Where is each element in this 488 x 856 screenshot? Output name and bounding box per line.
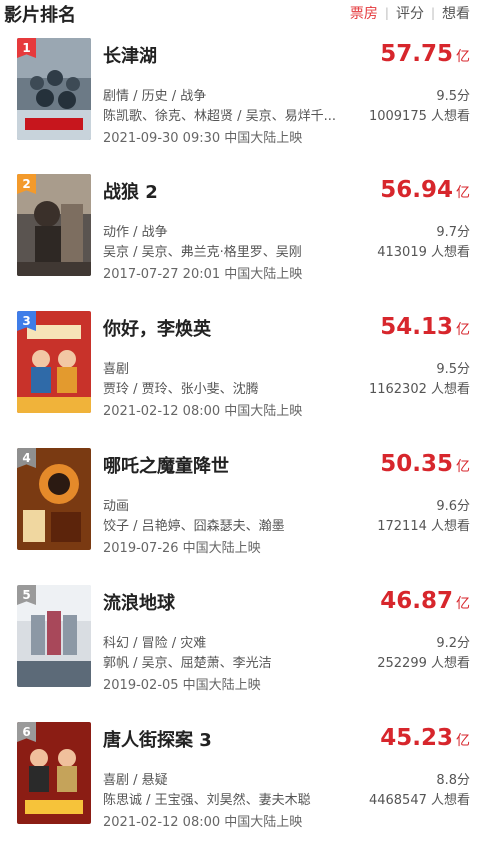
box-office: 54.13 亿 (380, 314, 470, 340)
box-office-value: 50.35 (380, 451, 453, 477)
movie-cast: 饺子 / 吕艳婷、囧森瑟夫、瀚墨 (103, 519, 285, 534)
release-date: 2021-02-12 08:00 中国大陆上映 (103, 815, 303, 830)
movie-rating: 9.2分 (436, 636, 470, 651)
page-title: 影片排名 (4, 5, 76, 26)
want-to-see-count: 172114 人想看 (377, 519, 470, 534)
box-office-unit: 亿 (456, 49, 470, 65)
movie-rating: 8.8分 (436, 773, 470, 788)
tab-box-office[interactable]: 票房 (350, 3, 378, 23)
movie-rating: 9.5分 (436, 89, 470, 104)
movie-poster[interactable]: 5 (17, 585, 91, 687)
box-office: 56.94 亿 (380, 177, 470, 203)
tab-divider: | (384, 6, 389, 20)
want-to-see-count: 1009175 人想看 (368, 109, 470, 124)
movie-item[interactable]: 1 长津湖 57.75 亿 剧情 / 历史 / 战争 9.5分 陈凯歌、徐克、林超… (0, 38, 488, 148)
box-office-unit: 亿 (456, 596, 470, 612)
box-office: 45.23 亿 (380, 725, 470, 751)
movie-title[interactable]: 长津湖 (103, 42, 157, 68)
movie-rating: 9.7分 (436, 225, 470, 240)
release-date: 2021-09-30 09:30 中国大陆上映 (103, 131, 303, 146)
movie-title[interactable]: 战狼 2 (103, 178, 158, 204)
movie-cast: 郭帆 / 吴京、屈楚萧、李光洁 (103, 656, 272, 671)
movie-title[interactable]: 唐人街探案 3 (103, 726, 212, 752)
movie-genre: 动画 (103, 499, 130, 514)
box-office-unit: 亿 (456, 733, 470, 749)
movie-poster[interactable]: 6 (17, 722, 91, 824)
box-office-value: 57.75 (380, 41, 453, 67)
movie-title[interactable]: 哪吒之魔童降世 (103, 452, 229, 478)
movie-genre: 动作 / 战争 (103, 225, 168, 240)
box-office-unit: 亿 (456, 459, 470, 475)
box-office-value: 45.23 (380, 725, 453, 751)
movie-poster[interactable]: 1 (17, 38, 91, 140)
box-office-value: 46.87 (380, 588, 453, 614)
box-office: 46.87 亿 (380, 588, 470, 614)
box-office-value: 54.13 (380, 314, 453, 340)
want-to-see-count: 4468547 人想看 (368, 793, 470, 808)
movie-title[interactable]: 你好，李焕英 (103, 315, 211, 341)
box-office: 57.75 亿 (380, 41, 470, 67)
want-to-see-count: 413019 人想看 (377, 245, 470, 260)
movie-poster[interactable]: 4 (17, 448, 91, 550)
movie-title[interactable]: 流浪地球 (103, 589, 175, 615)
movie-genre: 剧情 / 历史 / 战争 (103, 89, 207, 104)
movie-item[interactable]: 5 流浪地球 46.87 亿 科幻 / 冒险 / 灾难 9.2分 郭帆 / 吴京、… (0, 585, 488, 695)
movie-genre: 科幻 / 冒险 / 灾难 (103, 636, 207, 651)
movie-poster[interactable]: 2 (17, 174, 91, 276)
movie-item[interactable]: 4 哪吒之魔童降世 50.35 亿 动画 9.6分 饺子 / 吕艳婷、囧森瑟夫、瀚… (0, 448, 488, 558)
release-date: 2019-02-05 中国大陆上映 (103, 678, 261, 693)
movie-rating: 9.5分 (436, 362, 470, 377)
want-to-see-count: 1162302 人想看 (368, 382, 470, 397)
movie-cast: 吴京 / 吴京、弗兰克·格里罗、吴刚 (103, 245, 302, 260)
movie-genre: 喜剧 / 悬疑 (103, 773, 168, 788)
release-date: 2021-02-12 08:00 中国大陆上映 (103, 404, 303, 419)
movie-cast: 陈凯歌、徐克、林超贤 / 吴京、易烊千... (103, 109, 337, 124)
box-office-unit: 亿 (456, 185, 470, 201)
want-to-see-count: 252299 人想看 (377, 656, 470, 671)
movie-cast: 陈思诚 / 王宝强、刘昊然、妻夫木聪 (103, 793, 311, 808)
release-date: 2019-07-26 中国大陆上映 (103, 541, 261, 556)
tab-divider: | (430, 6, 435, 20)
movie-item[interactable]: 3 你好，李焕英 54.13 亿 喜剧 9.5分 贾玲 / 贾玲、张小斐、沈腾 1… (0, 311, 488, 421)
movie-cast: 贾玲 / 贾玲、张小斐、沈腾 (103, 382, 259, 397)
box-office-unit: 亿 (456, 322, 470, 338)
movie-genre: 喜剧 (103, 362, 130, 377)
box-office-value: 56.94 (380, 177, 453, 203)
movie-poster[interactable]: 3 (17, 311, 91, 413)
movie-item[interactable]: 6 唐人街探案 3 45.23 亿 喜剧 / 悬疑 8.8分 陈思诚 / 王宝强、… (0, 722, 488, 832)
ranking-header: 影片排名 票房 | 评分 | 想看 (0, 0, 488, 28)
sort-tabs: 票房 | 评分 | 想看 (350, 3, 470, 23)
release-date: 2017-07-27 20:01 中国大陆上映 (103, 267, 303, 282)
tab-rating[interactable]: 评分 (396, 3, 424, 23)
box-office: 50.35 亿 (380, 451, 470, 477)
tab-want-to-see[interactable]: 想看 (442, 3, 470, 23)
movie-item[interactable]: 2 战狼 2 56.94 亿 动作 / 战争 9.7分 吴京 / 吴京、弗兰克·格… (0, 174, 488, 284)
movie-rating: 9.6分 (436, 499, 470, 514)
